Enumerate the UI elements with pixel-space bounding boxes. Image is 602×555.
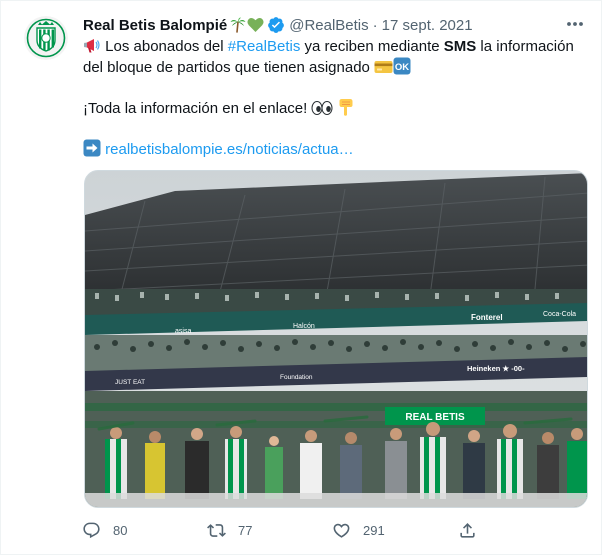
reply-icon: [81, 520, 101, 540]
eyes-emoji: [311, 101, 333, 115]
credit-card-emoji: [374, 61, 393, 73]
hashtag-realbetis[interactable]: #RealBetis: [228, 38, 301, 55]
text-segment: ya reciben mediante: [300, 38, 444, 55]
pointing-down-emoji: [339, 99, 353, 116]
share-icon: [457, 520, 477, 540]
svg-text:OK: OK: [395, 62, 409, 73]
avatar[interactable]: [24, 16, 68, 60]
text-segment: ¡Toda la información en el enlace!: [83, 100, 312, 117]
retweet-count: 77: [238, 522, 253, 538]
verified-badge-icon: [267, 16, 285, 34]
text-segment: del bloque de partidos que tienen asigna…: [83, 59, 370, 76]
reply-button[interactable]: 80: [81, 518, 127, 542]
tweet-line-1: Los abonados del #RealBetis ya reciben m…: [83, 37, 588, 57]
handle[interactable]: @RealBetis: [289, 17, 368, 34]
right-arrow-emoji: [83, 139, 101, 157]
name-emojis: [230, 17, 264, 33]
sponsor-board-halcon: Halcón: [293, 323, 315, 330]
article-link[interactable]: realbetisbalompie.es/noticias/actua…: [105, 141, 353, 158]
sponsor-board-justeat: JUST EAT: [115, 379, 145, 386]
reply-count: 80: [113, 522, 128, 538]
like-count: 291: [363, 522, 385, 538]
sponsor-board-fonterel: Fonterel: [471, 313, 503, 322]
display-name[interactable]: Real Betis Balompié: [83, 17, 227, 34]
sponsor-board-asisa: asisa: [175, 328, 191, 335]
tweet-text: Los abonados del #RealBetis ya reciben m…: [83, 37, 588, 160]
share-button[interactable]: [457, 518, 489, 542]
retweet-icon: [206, 520, 226, 540]
more-icon[interactable]: [565, 17, 585, 31]
retweet-button[interactable]: 77: [206, 518, 252, 542]
tweet-photo[interactable]: asisa Halcón Fonterel Coca-Cola JUST EAT…: [84, 170, 588, 508]
tweet-card[interactable]: Real Betis Balompié @RealBetis · 17 sept…: [0, 0, 602, 555]
stadium-photo: asisa Halcón Fonterel Coca-Cola JUST EAT…: [85, 171, 587, 507]
sponsor-board-foundation: Foundation: [280, 374, 313, 381]
tweet-header: Real Betis Balompié @RealBetis · 17 sept…: [83, 14, 473, 36]
like-button[interactable]: 291: [331, 518, 385, 542]
tweet-line-2: del bloque de partidos que tienen asigna…: [83, 57, 588, 78]
like-icon: [331, 520, 351, 540]
separator-dot: ·: [372, 16, 378, 34]
tweet-actions: 80 77 291: [81, 518, 586, 542]
betis-crest-icon: [24, 16, 68, 60]
palm-tree-emoji: [230, 17, 246, 33]
sms-text: SMS: [443, 38, 477, 55]
text-segment: la información: [476, 38, 574, 55]
real-betis-scarf-text: REAL BETIS: [405, 412, 465, 423]
timestamp[interactable]: 17 sept. 2021: [382, 17, 473, 34]
ok-button-emoji: OK: [393, 57, 411, 75]
tweet-line-3: ¡Toda la información en el enlace!: [83, 98, 588, 119]
tweet-line-4: realbetisbalompie.es/noticias/actua…: [83, 139, 588, 160]
green-heart-emoji: [247, 18, 264, 32]
text-segment: Los abonados del: [105, 38, 228, 55]
megaphone-emoji: [84, 39, 100, 53]
sponsor-board-cocacola: Coca-Cola: [543, 311, 576, 318]
sponsor-board-heineken: Heineken ★ -00-: [467, 364, 525, 373]
